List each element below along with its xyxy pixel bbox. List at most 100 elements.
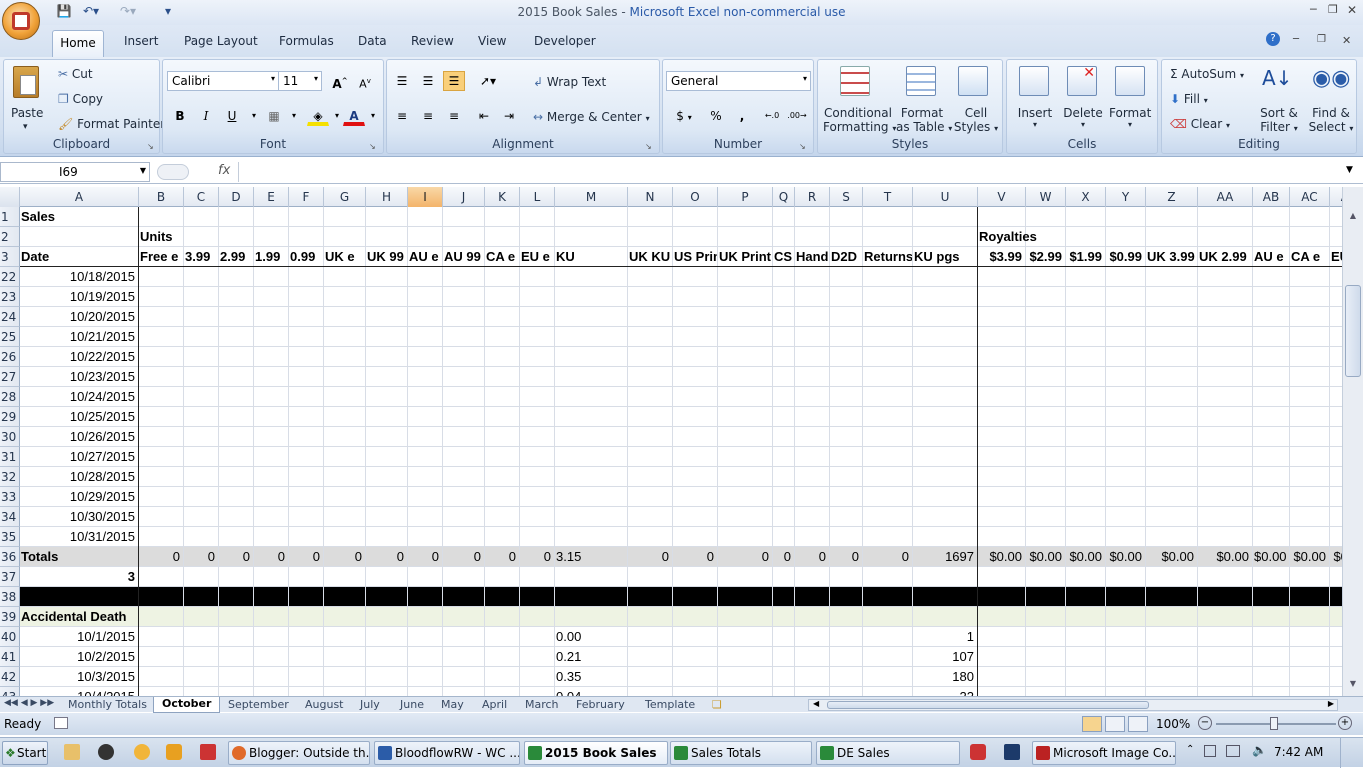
column-header-e[interactable]: E <box>254 187 289 207</box>
column-header-ad[interactable]: AD <box>1330 187 1342 207</box>
taskbar-item-bloodflow[interactable]: BloodflowRW - WC ... <box>374 741 520 765</box>
column-header-m[interactable]: M <box>555 187 628 207</box>
sheet-tab-august[interactable]: August <box>305 698 344 711</box>
row-header-24[interactable]: 24 <box>0 307 20 327</box>
align-right-icon[interactable]: ≡ <box>443 106 465 126</box>
quicklaunch-icon-2[interactable] <box>98 744 114 760</box>
row-header-22[interactable]: 22 <box>0 267 20 287</box>
clock[interactable]: 7:42 AM <box>1274 745 1323 759</box>
maximize-icon[interactable]: ❐ <box>1328 3 1338 16</box>
sheet-tab-february[interactable]: February <box>576 698 625 711</box>
sheet-tab-september[interactable]: September <box>228 698 289 711</box>
cell-styles-button[interactable]: Cell Styles ▾ <box>952 106 1000 134</box>
insert-function-icon[interactable]: fx <box>218 163 230 178</box>
delete-button[interactable]: Delete ▾ <box>1063 106 1103 129</box>
column-header-d[interactable]: D <box>219 187 254 207</box>
expand-formula-icon[interactable]: ▼ <box>1346 165 1353 175</box>
column-header-ab[interactable]: AB <box>1253 187 1290 207</box>
quicklaunch-icon-3[interactable] <box>134 744 150 760</box>
taskbar-item-blogger[interactable]: Blogger: Outside th... <box>228 741 370 765</box>
row-header-28[interactable]: 28 <box>0 387 20 407</box>
zoom-out-icon[interactable]: − <box>1198 716 1212 730</box>
column-header-s[interactable]: S <box>830 187 863 207</box>
network-icon[interactable] <box>1226 745 1240 757</box>
column-header-g[interactable]: G <box>324 187 366 207</box>
row-header-35[interactable]: 35 <box>0 527 20 547</box>
row-header-23[interactable]: 23 <box>0 287 20 307</box>
number-launcher-icon[interactable]: ↘ <box>799 142 806 151</box>
column-header-a[interactable]: A <box>20 187 139 207</box>
format-as-table-button[interactable]: Format as Table ▾ <box>896 106 952 134</box>
decrease-decimal-icon[interactable]: .00→ <box>786 106 808 126</box>
sheet-tab-march[interactable]: March <box>525 698 559 711</box>
format-painter-button[interactable]: 🖌 Format Painter <box>58 117 165 131</box>
grow-font-icon[interactable]: A^ <box>329 71 351 91</box>
taskbar-item-microsoft-image[interactable]: Microsoft Image Co... <box>1032 741 1176 765</box>
h-scroll-thumb[interactable] <box>827 701 1149 709</box>
column-header-y[interactable]: Y <box>1106 187 1146 207</box>
row-header-32[interactable]: 32 <box>0 467 20 487</box>
quicklaunch-icon-5[interactable] <box>200 744 216 760</box>
show-desktop-button[interactable] <box>1340 738 1362 768</box>
column-header-u[interactable]: U <box>913 187 978 207</box>
find-select-button[interactable]: Find & Select ▾ <box>1308 106 1354 134</box>
conditional-formatting-button[interactable]: Conditional Formatting ▾ <box>823 106 896 134</box>
italic-button[interactable]: I <box>195 106 217 126</box>
column-header-v[interactable]: V <box>978 187 1026 207</box>
taskbar-item-2015-book-sales[interactable]: 2015 Book Sales <box>524 741 668 765</box>
font-size-select[interactable]: 11 ▾ <box>278 71 322 91</box>
cut-button[interactable]: ✂ Cut <box>58 67 93 81</box>
font-color-dropdown-icon[interactable]: ▾ <box>362 106 384 126</box>
tray-flag-icon[interactable] <box>1204 745 1216 757</box>
column-header-l[interactable]: L <box>520 187 555 207</box>
formula-input[interactable] <box>238 162 1338 182</box>
name-box[interactable]: I69 ▼ <box>0 162 150 182</box>
tab-formulas[interactable]: Formulas <box>279 34 334 48</box>
tab-view[interactable]: View <box>478 34 506 48</box>
column-header-q[interactable]: Q <box>773 187 795 207</box>
zoom-slider-thumb[interactable] <box>1270 717 1278 730</box>
column-header-j[interactable]: J <box>443 187 485 207</box>
row-header-31[interactable]: 31 <box>0 447 20 467</box>
row-header-26[interactable]: 26 <box>0 347 20 367</box>
column-header-o[interactable]: O <box>673 187 718 207</box>
sheet-tab-monthly-totals[interactable]: Monthly Totals <box>68 698 147 711</box>
column-header-w[interactable]: W <box>1026 187 1066 207</box>
column-header-x[interactable]: X <box>1066 187 1106 207</box>
row-header-2[interactable]: 2 <box>0 227 20 247</box>
fill-button[interactable]: ⬇ Fill ▾ <box>1170 92 1208 106</box>
autosum-button[interactable]: Σ AutoSum ▾ <box>1170 67 1244 81</box>
column-header-f[interactable]: F <box>289 187 324 207</box>
font-launcher-icon[interactable]: ↘ <box>369 142 376 151</box>
volume-icon[interactable]: 🔈 <box>1252 743 1267 757</box>
align-top-icon[interactable]: ☰ <box>391 71 413 91</box>
sheet-nav-first-icon[interactable]: ◀◀ ◀ ▶ ▶▶ <box>4 698 54 708</box>
sheet-tab-april[interactable]: April <box>482 698 507 711</box>
tray-app-icon-2[interactable] <box>1004 744 1020 760</box>
column-header-r[interactable]: R <box>795 187 830 207</box>
tab-data[interactable]: Data <box>358 34 387 48</box>
align-left-icon[interactable]: ≡ <box>391 106 413 126</box>
copy-button[interactable]: ❐ Copy <box>58 92 103 106</box>
decrease-indent-icon[interactable]: ⇤ <box>473 106 495 126</box>
tab-home[interactable]: Home <box>52 30 104 57</box>
minimize-icon[interactable]: ─ <box>1310 3 1317 16</box>
row-header-34[interactable]: 34 <box>0 507 20 527</box>
select-all-corner[interactable] <box>0 187 20 207</box>
row-header-39[interactable]: 39 <box>0 607 20 627</box>
row-header-38[interactable]: 38 <box>0 587 20 607</box>
currency-button[interactable]: $ ▾ <box>669 106 699 126</box>
sheet-tab-may[interactable]: May <box>441 698 464 711</box>
column-header-ac[interactable]: AC <box>1290 187 1330 207</box>
column-header-t[interactable]: T <box>863 187 913 207</box>
borders-dropdown-icon[interactable]: ▾ <box>283 106 305 126</box>
scroll-down-icon[interactable]: ▼ <box>1345 679 1361 695</box>
office-button[interactable] <box>2 2 40 40</box>
column-header-aa[interactable]: AA <box>1198 187 1253 207</box>
zoom-in-icon[interactable]: + <box>1338 716 1352 730</box>
column-header-p[interactable]: P <box>718 187 773 207</box>
wrap-text-button[interactable]: ↲ Wrap Text <box>533 75 606 89</box>
ribbon-minimize-icon[interactable]: ─ <box>1293 34 1299 45</box>
help-icon[interactable]: ? <box>1266 32 1280 46</box>
folder-icon[interactable] <box>64 744 80 760</box>
